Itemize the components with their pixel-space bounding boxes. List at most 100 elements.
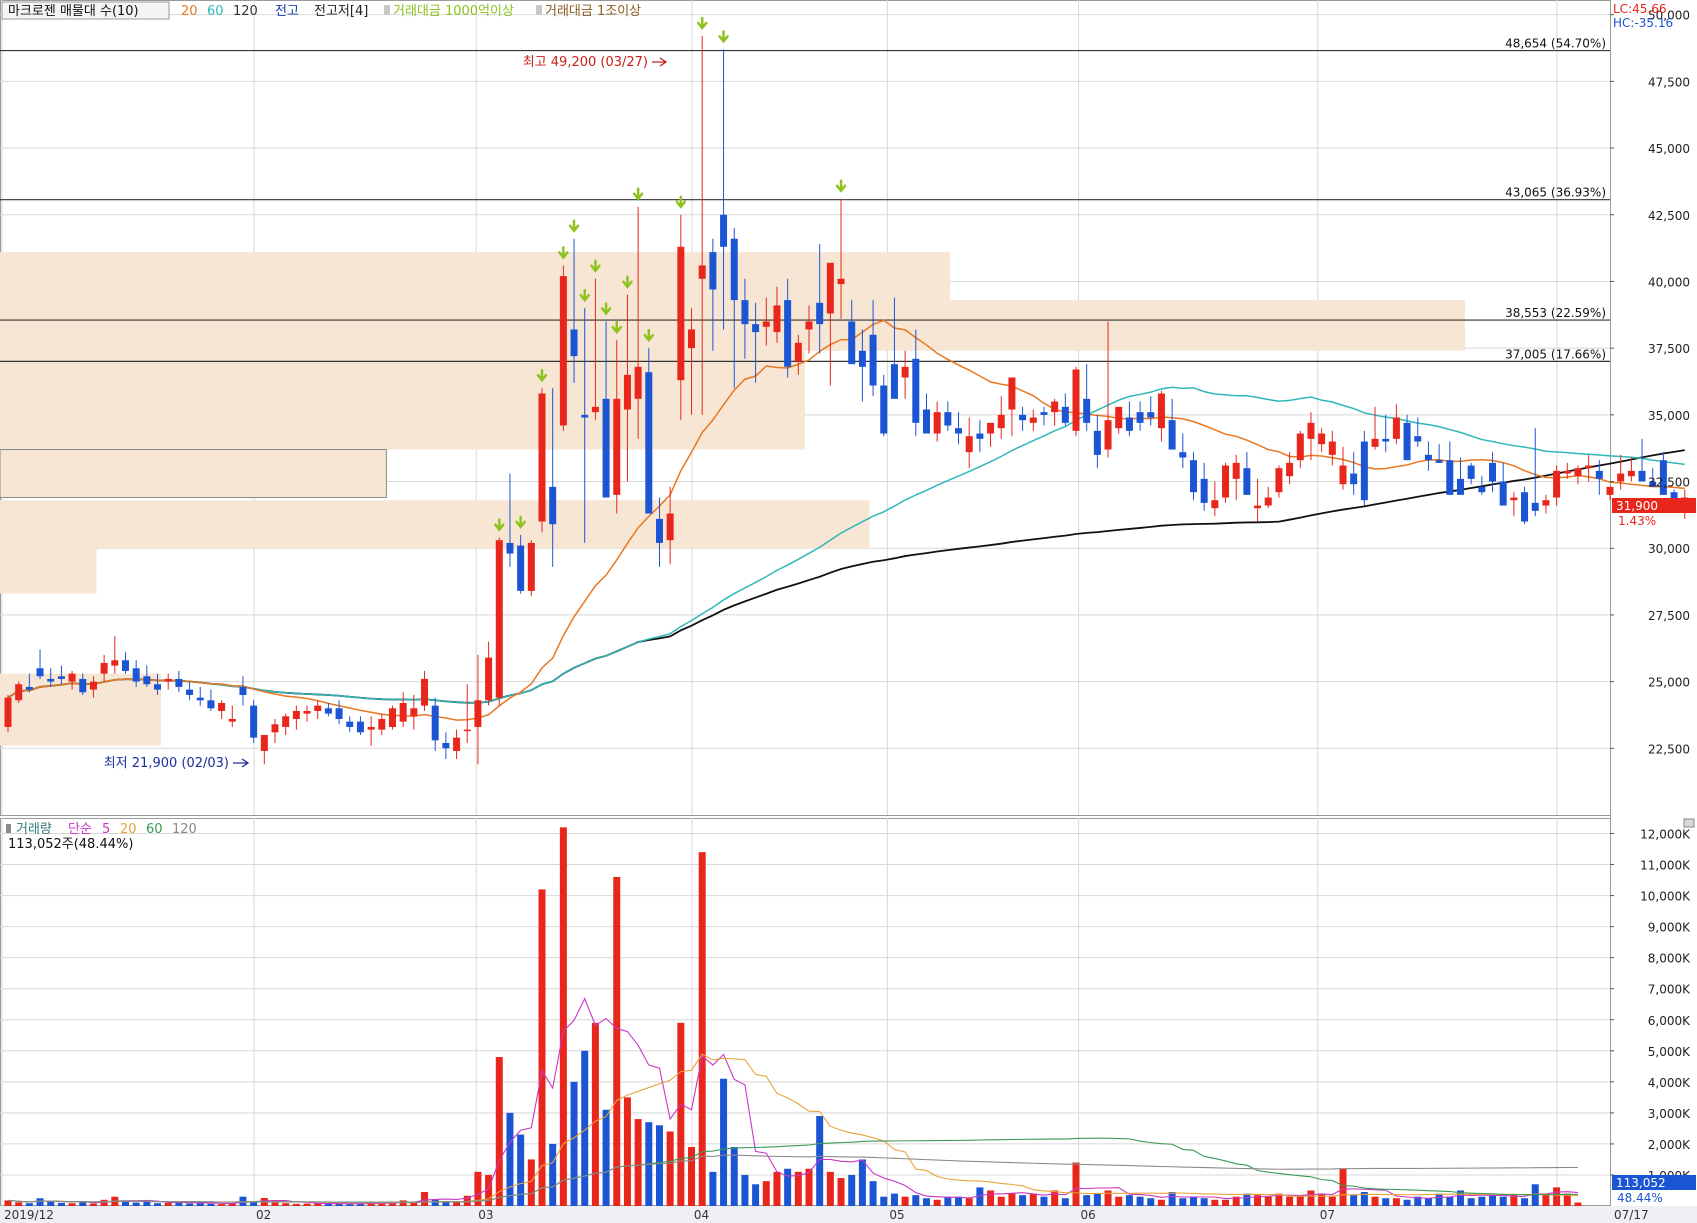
volume-bar <box>1179 1198 1187 1206</box>
price-tick-label: 22,500 <box>1648 742 1690 756</box>
panel-resize-handle[interactable] <box>1683 818 1695 828</box>
candle-body <box>1595 470 1603 479</box>
candle-body <box>1489 462 1497 482</box>
volume-bar <box>1339 1168 1347 1206</box>
candle-body <box>709 252 717 290</box>
candle-body <box>858 350 866 367</box>
volume-bar <box>1115 1196 1123 1206</box>
volume-bar <box>207 1203 215 1206</box>
volume-bar <box>880 1196 888 1206</box>
candle-body <box>196 697 204 701</box>
candle-body <box>79 678 87 693</box>
volume-bar <box>666 1131 674 1206</box>
volume-bar <box>549 1143 557 1206</box>
volume-summary: 113,052주(48.44%) <box>8 837 133 852</box>
candle-body <box>1424 454 1432 461</box>
candle-body <box>890 364 898 399</box>
candle-body <box>506 542 514 554</box>
volume-bar <box>997 1196 1005 1206</box>
volume-bar <box>25 1203 33 1206</box>
signal-arrow <box>558 246 569 260</box>
candle-body <box>613 398 621 495</box>
volume-bar <box>527 1159 535 1206</box>
resistance-label: 37,005 (17.66%) <box>1505 347 1606 361</box>
ma60-legend: 60 <box>207 4 224 19</box>
volume-bar <box>36 1198 44 1206</box>
volume-bar <box>805 1168 813 1206</box>
volume-bar <box>1147 1198 1155 1206</box>
volume-bar <box>303 1203 311 1206</box>
current-change: 1.43% <box>1618 514 1656 528</box>
volume-tick-label: 7,000K <box>1648 983 1691 997</box>
candle-body <box>314 705 322 711</box>
candle-body <box>1296 433 1304 461</box>
signal-arrow <box>675 195 687 209</box>
candle-body <box>1200 478 1208 503</box>
candle-body <box>111 660 119 666</box>
volume-bar <box>1264 1196 1272 1206</box>
candle-body <box>271 724 279 733</box>
candle-body <box>1414 436 1422 442</box>
lc-readout: LC:45.66 <box>1613 2 1666 16</box>
candle-body <box>1115 406 1123 429</box>
volume-bar <box>164 1202 172 1206</box>
volume-legend-label: 거래량 <box>16 822 52 837</box>
volume-tick-label: 3,000K <box>1648 1107 1691 1121</box>
candle-body <box>282 716 290 727</box>
volume-bar <box>1051 1190 1059 1206</box>
volume-bar <box>1446 1196 1454 1206</box>
volume-bar <box>869 1181 877 1206</box>
date-tick-label: 06 <box>1081 1208 1096 1222</box>
candle-body <box>1051 401 1059 413</box>
candle-body <box>378 718 386 730</box>
candle-body <box>15 684 23 701</box>
volume-bar <box>324 1203 332 1206</box>
volume-bar <box>132 1202 140 1206</box>
candle-body <box>1264 497 1272 506</box>
volume-bar <box>591 1022 599 1206</box>
candle-body <box>1307 422 1315 439</box>
resistance-label: 48,654 (54.70%) <box>1505 37 1606 51</box>
candle-body <box>132 668 140 682</box>
candle-body <box>154 684 162 690</box>
candle-body <box>1350 473 1358 485</box>
candle-body <box>1606 486 1614 495</box>
candle-body <box>100 662 108 674</box>
price-tick-label: 40,000 <box>1648 275 1690 289</box>
candle-body <box>794 342 802 362</box>
volume-bar <box>741 1174 749 1206</box>
volume-profile-zone <box>0 500 870 549</box>
volume-bar <box>1168 1192 1176 1206</box>
candle-body <box>944 412 952 426</box>
volume-bar <box>677 1022 685 1206</box>
volume-bar <box>218 1204 226 1206</box>
candle-body <box>1189 460 1197 493</box>
candle-body <box>730 238 738 301</box>
volume-bar <box>1019 1195 1027 1206</box>
volume-profile-zone <box>0 449 387 498</box>
candle-body <box>399 702 407 722</box>
candle-body <box>1392 417 1400 439</box>
filter1-swatch <box>384 5 390 15</box>
price-tick-label: 47,500 <box>1648 75 1690 89</box>
candle-body <box>517 545 525 591</box>
candle-body <box>1157 393 1165 429</box>
volume-bar <box>346 1204 354 1206</box>
volume-bar <box>933 1199 941 1206</box>
candle-body <box>1371 438 1379 447</box>
candle-body <box>218 702 226 711</box>
ma20-legend: 20 <box>181 4 198 19</box>
volume-bar <box>453 1201 461 1206</box>
stock-chart: 48,654 (54.70%) 43,065 (36.93%) 38,553 (22… <box>0 0 1697 1223</box>
candle-body <box>303 710 311 714</box>
candle-body <box>987 422 995 434</box>
price-tick-label: 30,000 <box>1648 542 1690 556</box>
chart-title: 마크로젠 매물대 수(10) <box>8 4 139 19</box>
volume-bar <box>837 1178 845 1206</box>
volume-bar <box>623 1097 631 1206</box>
candle-body <box>485 657 493 701</box>
signal-arrow <box>632 187 644 201</box>
candle-body <box>1531 502 1539 511</box>
volume-bar <box>1008 1193 1016 1206</box>
volume-bar <box>68 1203 76 1206</box>
